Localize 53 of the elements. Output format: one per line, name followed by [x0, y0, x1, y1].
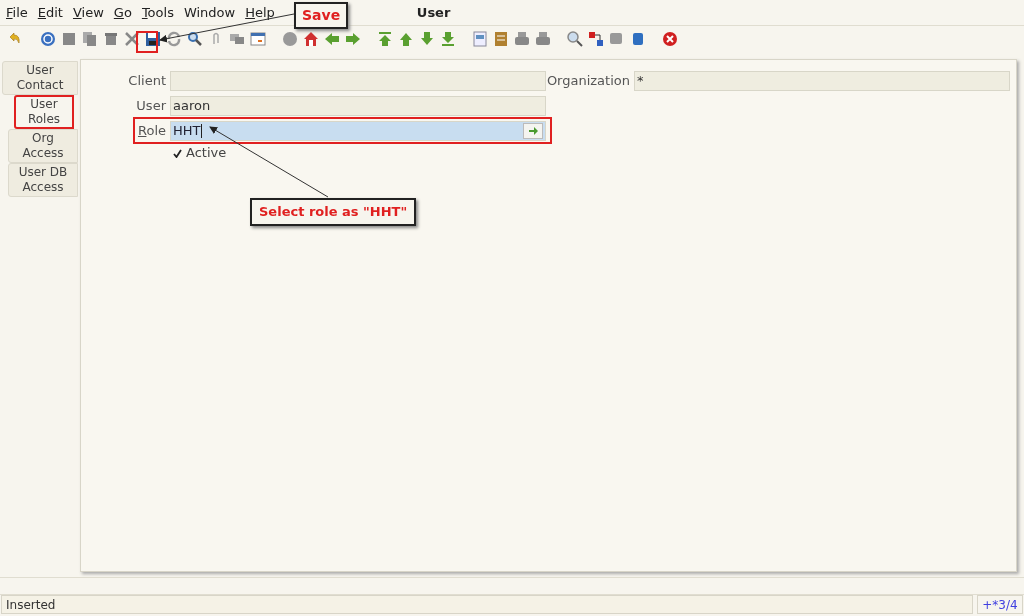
- text-field[interactable]: [170, 70, 546, 91]
- close-icon[interactable]: [662, 31, 678, 48]
- arrow-icon: [528, 126, 538, 135]
- text-field[interactable]: *: [634, 70, 1010, 91]
- trash-icon[interactable]: [103, 31, 119, 48]
- lookup-button[interactable]: [523, 122, 543, 139]
- refresh-icon[interactable]: [166, 31, 182, 48]
- home-icon[interactable]: [303, 31, 319, 48]
- menu-item[interactable]: Go: [113, 2, 132, 23]
- menu-item[interactable]: Edit: [37, 2, 63, 23]
- menu-item[interactable]: Tools: [141, 2, 174, 23]
- report-icon[interactable]: [472, 31, 488, 48]
- callout: Save: [294, 2, 349, 29]
- left-arrow-icon[interactable]: [324, 31, 340, 48]
- window-title: User: [416, 3, 451, 22]
- callout: Select role as "HHT": [250, 198, 417, 226]
- field-label: Client: [127, 72, 167, 90]
- tab[interactable]: User Contact: [2, 61, 78, 96]
- tab[interactable]: User Roles: [14, 95, 74, 130]
- printer-icon[interactable]: [514, 31, 530, 48]
- checkbox[interactable]: [172, 148, 182, 159]
- menu-item[interactable]: Help: [245, 2, 275, 23]
- field-label: User: [135, 97, 167, 115]
- record-indicator[interactable]: +*3/4: [977, 595, 1023, 614]
- magnifier-icon[interactable]: [187, 31, 203, 48]
- menu-item[interactable]: View: [72, 2, 104, 23]
- zoom-icon[interactable]: [567, 31, 583, 48]
- copy-icon[interactable]: [82, 31, 98, 48]
- text-field[interactable]: aaron: [170, 95, 546, 116]
- workflow-icon[interactable]: [588, 31, 604, 48]
- up-arrow-icon[interactable]: [398, 31, 414, 48]
- status-message: Inserted: [6, 596, 56, 614]
- first-record-icon[interactable]: [377, 31, 393, 48]
- printer-icon[interactable]: [535, 31, 551, 48]
- archive-icon[interactable]: [493, 31, 509, 48]
- calendar-icon[interactable]: [250, 31, 266, 48]
- checkbox-label: Active: [186, 144, 227, 163]
- field-label: Organization: [546, 72, 631, 90]
- tab[interactable]: Org Access: [8, 129, 78, 164]
- menu-item[interactable]: File: [6, 2, 28, 23]
- circle-icon[interactable]: [282, 31, 298, 48]
- field-value: *: [637, 72, 644, 90]
- menu-item[interactable]: Window: [183, 2, 236, 23]
- right-arrow-icon[interactable]: [345, 31, 361, 48]
- field-label: Role: [136, 122, 167, 140]
- field-value: HHT: [173, 122, 201, 140]
- last-record-icon[interactable]: [440, 31, 456, 48]
- highlight-frame: [136, 31, 158, 53]
- role-field[interactable]: HHT: [170, 120, 546, 141]
- help-icon[interactable]: [40, 31, 56, 48]
- tab[interactable]: User DB Access: [8, 163, 78, 198]
- cross-tools-icon[interactable]: [124, 31, 140, 48]
- field-value: aaron: [173, 97, 211, 115]
